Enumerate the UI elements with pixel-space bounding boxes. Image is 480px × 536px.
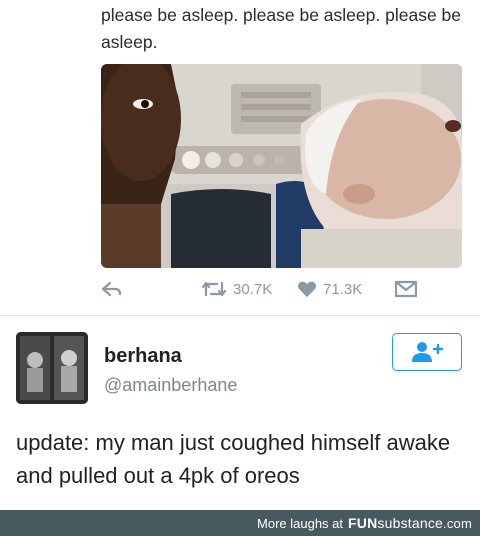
heart-icon [298, 281, 316, 297]
avatar-image [16, 332, 88, 404]
tweet-divider [0, 315, 480, 316]
footer-prefix: More laughs at [257, 515, 344, 531]
user-handle[interactable]: @amainberhane [104, 375, 237, 396]
like-button[interactable]: 71.3K [297, 280, 362, 298]
tweet-action-bar: 30.7K 71.3K [101, 280, 462, 306]
brand-bold: FUN [348, 515, 378, 531]
footer-brand: FUNsubstance.com [348, 515, 472, 531]
brand-light: substance [377, 515, 444, 531]
retweet-icon [201, 281, 227, 297]
reply-button[interactable] [101, 280, 123, 298]
airplane-selfie-image [101, 64, 462, 268]
direct-message-icon [395, 280, 417, 298]
direct-message-button[interactable] [395, 280, 417, 298]
tweet-text: update: my man just coughed himself awak… [16, 430, 451, 488]
avatar[interactable] [16, 332, 88, 404]
like-count: 71.3K [323, 280, 363, 298]
brand-domain: .com [443, 516, 472, 531]
watermark-footer[interactable]: More laughs at FUNsubstance.com [0, 510, 480, 536]
tweet-photo[interactable] [101, 64, 462, 268]
follow-user-icon [412, 342, 444, 362]
display-name[interactable]: berhana [104, 345, 182, 368]
previous-tweet-text: please be asleep. please be asleep. plea… [101, 5, 461, 52]
follow-button[interactable] [392, 333, 462, 371]
retweet-count: 30.7K [233, 280, 273, 298]
retweet-button[interactable]: 30.7K [201, 280, 272, 298]
reply-icon [101, 281, 122, 297]
